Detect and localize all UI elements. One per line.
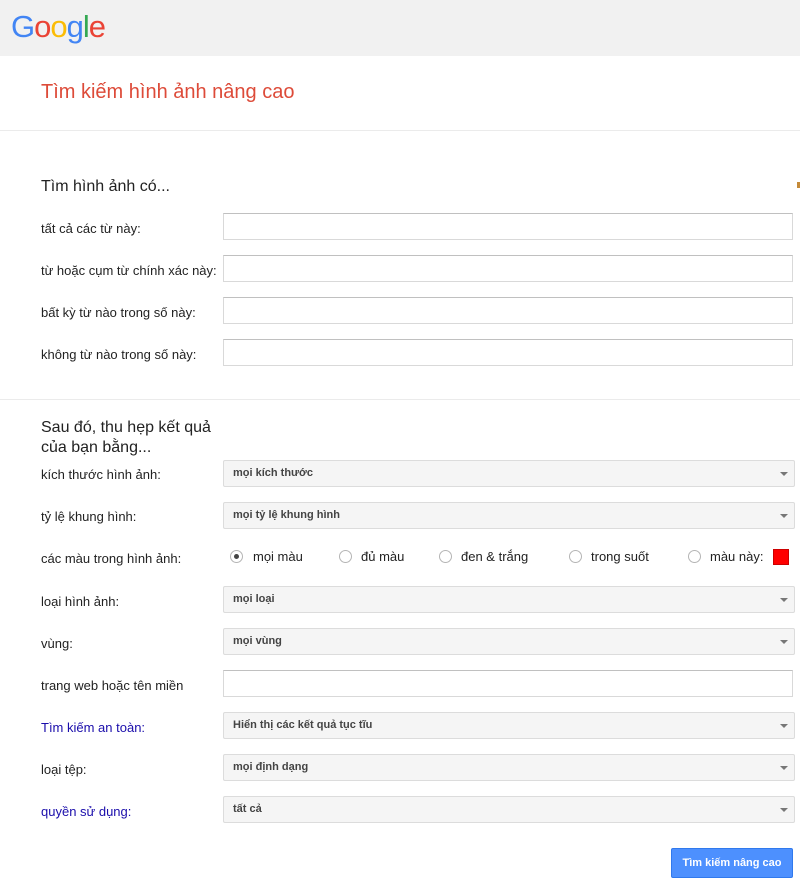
color-bw-radio[interactable] [439,550,452,563]
aspect-ratio-value: mọi tỷ lệ khung hình [233,509,340,521]
color-any-radio[interactable] [230,550,243,563]
narrow-section-heading: Sau đó, thu hẹp kết quả của bạn bằng... [41,418,211,458]
colors-label: các màu trong hình ảnh: [41,551,182,566]
logo-letter: e [88,9,106,44]
dropdown-arrow-icon [780,472,788,476]
advanced-search-button[interactable]: Tìm kiếm nâng cao [671,848,793,878]
google-logo[interactable]: Google [11,9,106,45]
usage-rights-select[interactable]: tất cả [223,796,795,823]
image-type-value: mọi loại [233,593,275,605]
all-words-input[interactable] [223,213,793,240]
color-full-radio[interactable] [339,550,352,563]
narrow-heading-line1: Sau đó, thu hẹp kết quả [41,419,211,436]
safe-search-link[interactable]: Tìm kiếm an toàn: [41,720,145,735]
safe-search-value: Hiển thị các kết quả tục tĩu [233,719,373,731]
image-size-select[interactable]: mọi kích thước [223,460,795,487]
color-this-radio[interactable] [688,550,701,563]
file-type-label: loại tệp: [41,762,87,777]
dropdown-arrow-icon [780,598,788,602]
site-label: trang web hoặc tên miền [41,678,184,693]
page-title: Tìm kiếm hình ảnh nâng cao [41,81,295,103]
dropdown-arrow-icon [780,724,788,728]
file-type-value: mọi định dạng [233,761,309,773]
color-any-label[interactable]: mọi màu [253,549,303,564]
header-divider [0,130,800,131]
usage-rights-link[interactable]: quyền sử dụng: [41,804,131,819]
top-bar: Google [0,0,800,56]
logo-letter: G [11,9,35,44]
usage-rights-value: tất cả [233,803,262,815]
none-words-input[interactable] [223,339,793,366]
color-swatch[interactable] [773,549,789,565]
section-divider [0,399,800,400]
file-type-select[interactable]: mọi định dạng [223,754,795,781]
dropdown-arrow-icon [780,766,788,770]
exact-phrase-label: từ hoặc cụm từ chính xác này: [41,263,217,278]
color-this-label[interactable]: màu này: [710,549,763,564]
dropdown-arrow-icon [780,640,788,644]
color-transparent-label[interactable]: trong suốt [591,549,649,564]
image-size-label: kích thước hình ảnh: [41,467,161,482]
all-words-label: tất cả các từ này: [41,221,141,236]
safe-search-select[interactable]: Hiển thị các kết quả tục tĩu [223,712,795,739]
region-value: mọi vùng [233,635,282,647]
logo-letter: o [34,9,51,44]
aspect-ratio-label: tỷ lệ khung hình: [41,509,137,524]
logo-letter: o [50,9,67,44]
region-label: vùng: [41,636,73,651]
color-bw-label[interactable]: đen & trắng [461,549,528,564]
dropdown-arrow-icon [780,514,788,518]
none-words-label: không từ nào trong số này: [41,347,197,362]
logo-letter: g [66,9,84,44]
find-section-heading: Tìm hình ảnh có... [41,178,170,195]
image-type-label: loại hình ảnh: [41,594,120,609]
color-transparent-radio[interactable] [569,550,582,563]
exact-phrase-input[interactable] [223,255,793,282]
image-size-value: mọi kích thước [233,467,313,479]
any-words-label: bất kỳ từ nào trong số này: [41,305,196,320]
any-words-input[interactable] [223,297,793,324]
image-type-select[interactable]: mọi loại [223,586,795,613]
site-input[interactable] [223,670,793,697]
color-full-label[interactable]: đủ màu [361,549,404,564]
narrow-heading-line2: của bạn bằng... [41,439,152,456]
dropdown-arrow-icon [780,808,788,812]
aspect-ratio-select[interactable]: mọi tỷ lệ khung hình [223,502,795,529]
region-select[interactable]: mọi vùng [223,628,795,655]
